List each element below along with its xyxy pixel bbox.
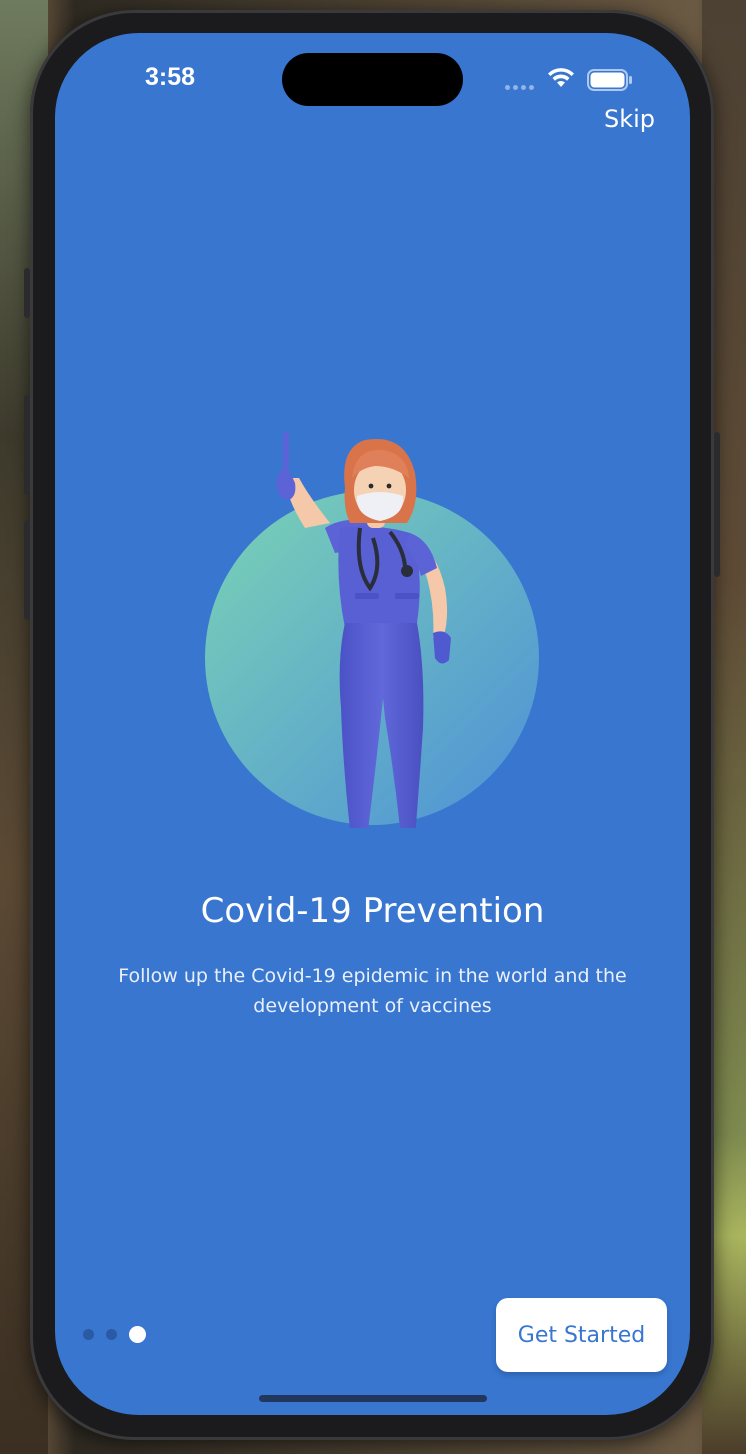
page-dot-1[interactable] [83,1329,94,1340]
volume-up-button [24,395,30,495]
skip-button[interactable]: Skip [604,105,655,133]
onboarding-description: Follow up the Covid-19 epidemic in the w… [118,965,627,1017]
page-indicator [83,1326,146,1343]
page-dot-3-active[interactable] [129,1326,146,1343]
power-button [714,432,720,577]
cellular-signal-icon [505,85,534,90]
battery-icon [587,69,632,91]
home-indicator [259,1395,487,1402]
wifi-icon [548,68,574,87]
onboarding-title: Covid-19 Prevention [200,891,545,931]
action-button [24,268,30,318]
page-dot-2[interactable] [106,1329,117,1340]
dynamic-island [282,53,463,106]
volume-down-button [24,520,30,620]
status-time: 3:58 [145,63,196,91]
nurse-illustration [205,432,539,828]
app-screen: 3:58 Skip Covid-19 Prevention Follow up … [55,33,690,1415]
get-started-button[interactable]: Get Started [496,1298,667,1372]
